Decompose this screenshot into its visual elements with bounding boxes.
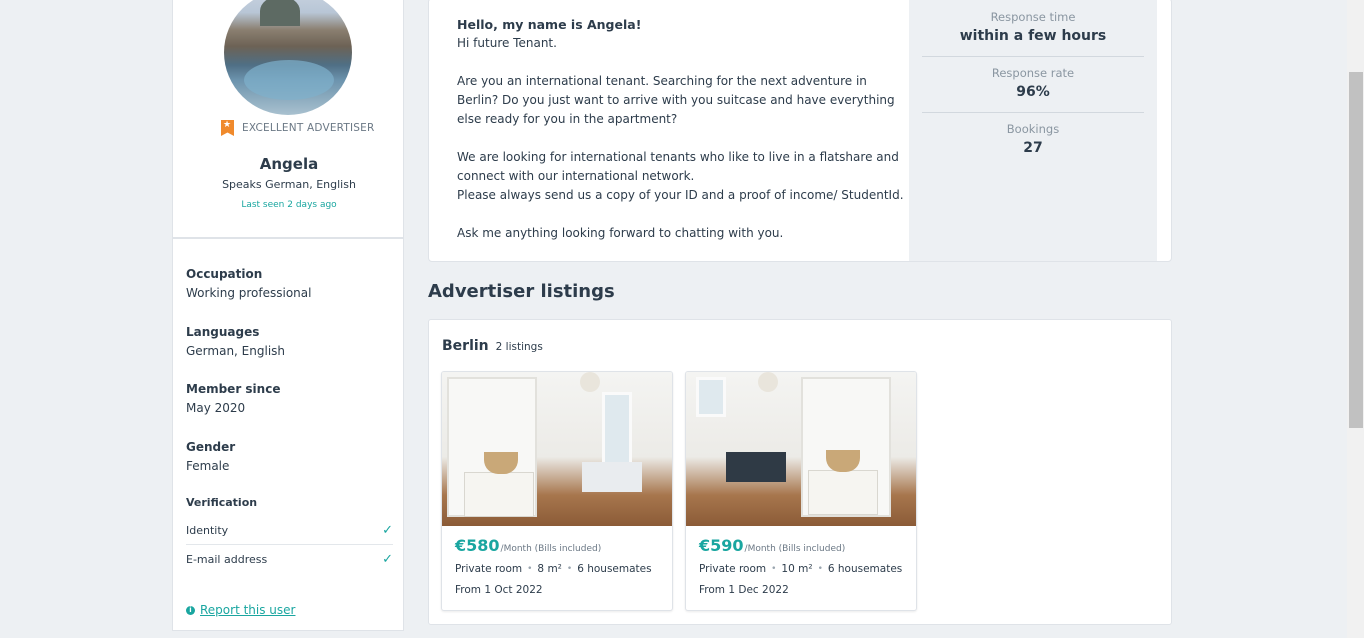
stat-response-rate: Response rate 96% bbox=[922, 66, 1144, 100]
listing-card[interactable]: €590 /Month (Bills included) Private roo… bbox=[685, 371, 917, 611]
occupation-value: Working professional bbox=[186, 286, 312, 300]
stats-panel: Response time within a few hours Respons… bbox=[909, 0, 1157, 261]
room-type: Private room bbox=[455, 563, 523, 575]
verification-title: Verification bbox=[186, 496, 258, 509]
price-period: /Month (Bills included) bbox=[744, 544, 846, 554]
check-icon: ✓ bbox=[382, 522, 393, 538]
avatar[interactable] bbox=[224, 0, 352, 115]
check-icon: ✓ bbox=[382, 552, 393, 567]
stat-label: Response rate bbox=[991, 66, 1075, 80]
excellent-advertiser-badge: EXCELLENT ADVERTISER bbox=[221, 120, 375, 136]
stat-bookings: Bookings 27 bbox=[922, 122, 1144, 156]
occupation: Occupation Working professional bbox=[186, 267, 311, 300]
languages: Languages German, English bbox=[186, 325, 285, 358]
available-from: From 1 Dec 2022 bbox=[699, 584, 789, 596]
verification-email: E-mail address ✓ bbox=[186, 545, 393, 574]
stat-response-time: Response time within a few hours bbox=[922, 10, 1144, 44]
listing-price: €590 /Month (Bills included) bbox=[699, 536, 902, 555]
stat-value: 27 bbox=[1023, 140, 1043, 156]
price-amount: €580 bbox=[455, 536, 500, 555]
about-text: Hello, my name is Angela! Hi future Tena… bbox=[457, 15, 907, 243]
price-period: /Month (Bills included) bbox=[500, 544, 602, 554]
gender: Gender Female bbox=[186, 440, 235, 473]
scrollbar[interactable] bbox=[1347, 0, 1364, 638]
about-line: Are you an international tenant. Searchi… bbox=[457, 74, 895, 126]
last-seen: Last seen 2 days ago bbox=[241, 200, 337, 210]
listing-image[interactable] bbox=[686, 372, 916, 526]
languages-label: Languages bbox=[186, 325, 260, 339]
listing-count: 2 listings bbox=[495, 341, 543, 353]
scrollbar-thumb[interactable] bbox=[1349, 72, 1363, 428]
languages-value: German, English bbox=[186, 344, 286, 358]
listing-price: €580 /Month (Bills included) bbox=[455, 536, 652, 555]
price-amount: €590 bbox=[699, 536, 744, 555]
listing-image[interactable] bbox=[442, 372, 672, 526]
verification-identity: Identity ✓ bbox=[186, 516, 393, 545]
city-header: Berlin 2 listings bbox=[442, 338, 543, 354]
listing-meta: Private room • 10 m² • 6 housemates bbox=[699, 563, 902, 575]
listing-info: €590 /Month (Bills included) Private roo… bbox=[699, 536, 902, 596]
details-card: Occupation Working professional Language… bbox=[172, 238, 404, 631]
gender-label: Gender bbox=[186, 440, 236, 454]
occupation-label: Occupation bbox=[186, 267, 263, 281]
dot-separator: • bbox=[527, 564, 533, 574]
about-line bbox=[457, 129, 907, 148]
ribbon-star-icon bbox=[221, 120, 234, 136]
housemates: 6 housemates bbox=[577, 563, 652, 575]
about-line: Please always send us a copy of your ID … bbox=[457, 188, 904, 202]
info-icon: i bbox=[186, 605, 195, 615]
housemates: 6 housemates bbox=[827, 563, 903, 575]
about-line: Hi future Tenant. bbox=[457, 36, 557, 50]
gender-value: Female bbox=[186, 459, 230, 473]
available-from: From 1 Oct 2022 bbox=[455, 584, 543, 596]
about-line: We are looking for international tenants… bbox=[457, 150, 899, 183]
listing-card[interactable]: €580 /Month (Bills included) Private roo… bbox=[441, 371, 673, 611]
stat-label: Bookings bbox=[1006, 122, 1060, 136]
member-since: Member since May 2020 bbox=[186, 382, 280, 415]
stat-label: Response time bbox=[990, 10, 1076, 24]
report-user[interactable]: i Report this user bbox=[186, 603, 295, 617]
stat-value: 96% bbox=[1016, 84, 1050, 100]
about-line bbox=[457, 53, 907, 72]
divider bbox=[922, 56, 1144, 57]
badge-label: EXCELLENT ADVERTISER bbox=[242, 122, 375, 134]
room-size: 10 m² bbox=[781, 563, 813, 575]
dot-separator: • bbox=[566, 564, 573, 574]
dot-separator: • bbox=[817, 564, 823, 574]
member-since-value: May 2020 bbox=[186, 401, 246, 415]
room-size: 8 m² bbox=[537, 563, 562, 575]
divider bbox=[922, 112, 1144, 113]
about-card: Hello, my name is Angela! Hi future Tena… bbox=[428, 0, 1172, 262]
profile-languages: Speaks German, English bbox=[222, 178, 356, 191]
about-line bbox=[457, 205, 907, 224]
city-name: Berlin bbox=[442, 338, 489, 354]
dot-separator: • bbox=[771, 564, 777, 574]
stat-value: within a few hours bbox=[959, 28, 1107, 44]
section-title: Advertiser listings bbox=[428, 281, 615, 302]
about-greeting: Hello, my name is Angela! bbox=[457, 17, 642, 32]
room-type: Private room bbox=[699, 563, 767, 575]
profile-name: Angela bbox=[259, 155, 319, 173]
verification-label: E-mail address bbox=[186, 553, 268, 566]
about-line: Ask me anything looking forward to chatt… bbox=[457, 226, 784, 240]
verification-label: Identity bbox=[186, 523, 229, 537]
report-user-link[interactable]: Report this user bbox=[200, 603, 295, 617]
listing-info: €580 /Month (Bills included) Private roo… bbox=[455, 536, 652, 596]
member-since-label: Member since bbox=[186, 382, 281, 396]
profile-card: EXCELLENT ADVERTISER Angela Speaks Germa… bbox=[172, 0, 404, 238]
listing-meta: Private room • 8 m² • 6 housemates bbox=[455, 563, 652, 575]
listings-card: Berlin 2 listings €580 /Month (Bills inc… bbox=[428, 319, 1172, 625]
